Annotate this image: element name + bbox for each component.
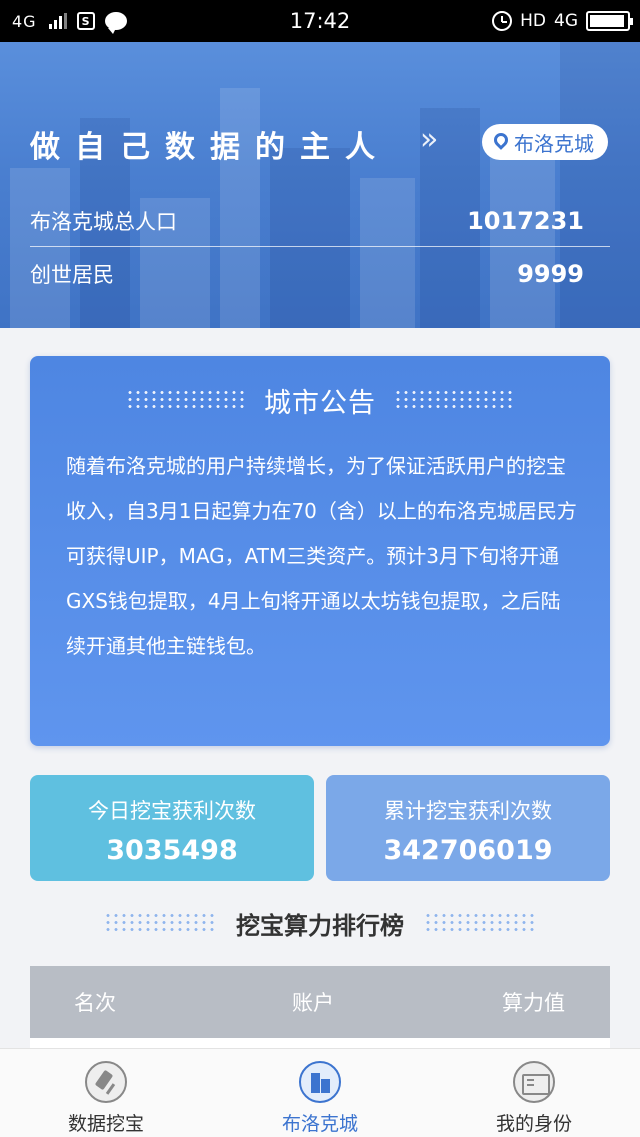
alarm-icon: [492, 11, 513, 31]
decorative-dots: [104, 912, 216, 934]
building-icon: [299, 1061, 341, 1103]
id-card-icon: [513, 1061, 555, 1103]
total-mining-stat-card: 累计挖宝获利次数 342706019: [326, 775, 610, 881]
total-mining-value: 342706019: [383, 835, 553, 866]
founders-value: 9999: [517, 260, 584, 288]
city-hero-banner: 做自己数据的主人 » 布洛克城 布洛克城总人口 1017231 创世居民 999…: [0, 42, 640, 328]
today-mining-stat-card: 今日挖宝获利次数 3035498: [30, 775, 314, 881]
founders-label: 创世居民: [30, 263, 114, 287]
tab-label: 我的身份: [495, 1113, 572, 1135]
status-bar: 4G S 17:42 HD 4G: [0, 0, 640, 42]
today-mining-value: 3035498: [106, 835, 238, 866]
decorative-dots: [126, 389, 246, 411]
tab-label: 数据挖宝: [67, 1113, 144, 1135]
today-mining-label: 今日挖宝获利次数: [88, 799, 256, 823]
ranking-table-header: 名次 账户 算力值: [30, 966, 610, 1038]
column-header-account: 账户: [292, 991, 334, 1015]
tab-my-identity[interactable]: 我的身份: [454, 1049, 614, 1137]
tab-label: 布洛克城: [281, 1113, 358, 1135]
decorative-dots: [424, 912, 536, 934]
population-value: 1017231: [467, 206, 584, 235]
status-bar-right: HD 4G: [492, 0, 633, 42]
hd-indicator: HD: [520, 11, 546, 31]
tab-data-mining[interactable]: 数据挖宝: [26, 1049, 186, 1137]
tab-blockcity[interactable]: 布洛克城: [240, 1049, 400, 1137]
bottom-tab-bar: 数据挖宝 布洛克城 我的身份: [0, 1048, 640, 1137]
shovel-icon: [85, 1061, 127, 1103]
notice-title: 城市公告: [264, 387, 376, 419]
notice-body: 随着布洛克城的用户持续增长，为了保证活跃用户的挖宝收入，自3月1日起算力在70（…: [66, 454, 577, 658]
column-header-rank: 名次: [74, 991, 116, 1015]
column-header-power: 算力值: [502, 991, 565, 1015]
ranking-header: 挖宝算力排行榜: [0, 900, 640, 946]
population-row: 布洛克城总人口 1017231: [30, 195, 610, 247]
battery-icon: [586, 11, 633, 31]
city-selector-button[interactable]: 布洛克城: [482, 124, 608, 160]
population-label: 布洛克城总人口: [30, 209, 177, 234]
notice-header: 城市公告: [30, 380, 610, 420]
city-notice-card[interactable]: 城市公告 随着布洛克城的用户持续增长，为了保证活跃用户的挖宝收入，自3月1日起算…: [30, 356, 610, 746]
total-mining-label: 累计挖宝获利次数: [384, 799, 552, 823]
location-pin-icon: [494, 133, 508, 151]
network-type-right: 4G: [554, 11, 578, 31]
slogan: 做自己数据的主人: [30, 130, 390, 165]
city-selector-label: 布洛克城: [514, 131, 594, 156]
decorative-dots: [394, 389, 514, 411]
ranking-title: 挖宝算力排行榜: [236, 911, 404, 940]
founders-row: 创世居民 9999: [30, 248, 610, 300]
double-chevron-right-icon[interactable]: »: [420, 122, 438, 157]
ranking-table-body: [30, 1038, 610, 1048]
